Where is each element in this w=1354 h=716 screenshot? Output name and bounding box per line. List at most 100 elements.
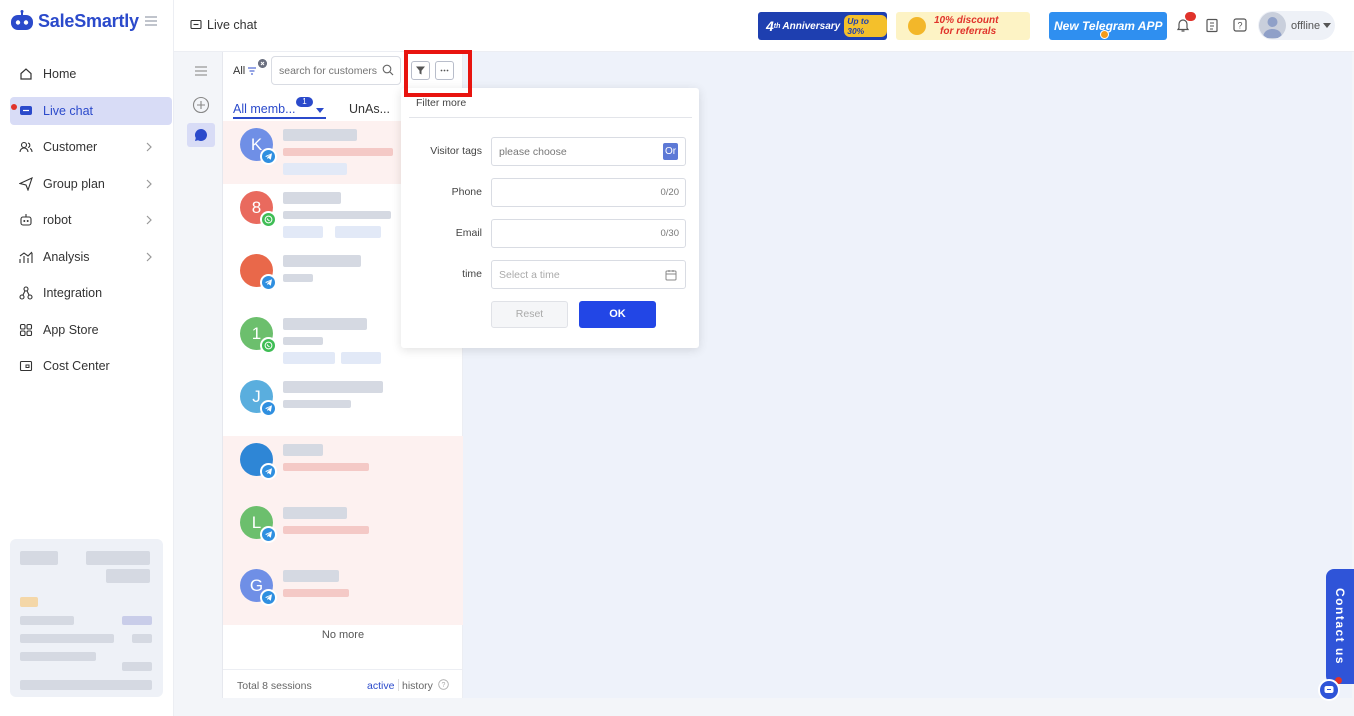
brand-name: SaleSmartly [38,10,139,31]
anniversary-sup: th [773,22,781,30]
help-circle-icon[interactable]: ? [438,679,449,690]
session-row[interactable]: G [223,562,463,625]
sidebar-item-app-store[interactable]: App Store [10,316,172,344]
tab-all-members[interactable]: All memb... [233,102,296,116]
caret-down-icon[interactable] [316,108,324,113]
sidebar-item-cost-center[interactable]: Cost Center [10,352,172,380]
redacted-text [283,129,357,141]
user-status-dropdown[interactable]: offline [1258,11,1335,40]
redacted-text [283,255,361,267]
svg-text:?: ? [442,682,446,689]
live-chat-icon [18,103,34,119]
chat-bubble-icon [1324,686,1334,693]
search-customers-input[interactable] [271,56,401,85]
visitor-tags-label: Visitor tags [430,145,482,157]
whatsapp-icon [264,341,273,350]
conversations-button[interactable] [187,123,215,147]
email-row: Email 0/30 [401,219,699,248]
analysis-icon [18,249,34,265]
total-sessions: Total 8 sessions [237,680,312,692]
search-input[interactable] [279,64,379,77]
ok-button[interactable]: OK [579,301,656,328]
redacted-text [283,352,335,364]
telegram-icon [265,594,272,601]
sidebar-item-group-plan[interactable]: Group plan [10,170,172,198]
clipboard-icon[interactable] [1204,17,1220,33]
anniversary-offer: Up to 30% [844,15,887,37]
telegram-channel-badge [260,148,277,165]
add-circle-icon[interactable] [192,96,210,114]
redacted-text [283,318,367,330]
home-icon [18,66,34,82]
phone-field[interactable]: 0/20 [491,178,686,207]
telegram-banner-text: New Telegram APP [1054,19,1163,33]
whatsapp-channel-badge [260,337,277,354]
sidebar-item-integration[interactable]: Integration [10,279,172,307]
filter-more-title: Filter more [416,97,467,109]
brand-logo[interactable]: SaleSmartly [10,10,139,32]
telegram-icon [265,153,272,160]
sidebar-nav: Home Live chat Customer Group plan robot… [10,60,172,389]
topbar: Live chat 4th Anniversary Up to 30% 10% … [174,0,1354,52]
referral-discount-banner[interactable]: 10% discount for referrals [896,12,1030,40]
filter-more-popup: Filter more Visitor tags please choose O… [401,88,699,348]
coin-icon [908,17,926,35]
send-icon [18,176,34,192]
anniversary-label: Anniversary [782,20,841,32]
user-status-text: offline [1291,19,1321,32]
clear-filter-icon[interactable] [258,59,267,68]
redacted-text [283,400,351,408]
whatsapp-channel-badge [260,211,277,228]
sidebar-item-home[interactable]: Home [10,60,172,88]
redacted-text [283,211,391,219]
help-icon[interactable]: ? [1232,17,1248,33]
page-title-text: Live chat [207,18,258,32]
active-sessions-link[interactable]: active [367,680,394,692]
history-sessions-link[interactable]: history [402,680,433,692]
phone-row: Phone 0/20 [401,178,699,207]
contact-us-tab[interactable]: Contact us [1326,569,1354,684]
session-row[interactable]: L [223,499,463,562]
sort-icon [248,67,257,75]
sidebar-item-label: Cost Center [43,359,110,373]
active-tab-underline [233,117,326,119]
divider [409,117,692,118]
live-chat-icon [190,19,202,30]
telegram-icon [265,405,272,412]
reset-button[interactable]: Reset [491,301,568,328]
sidebar: SaleSmartly Home Live chat Customer Grou… [0,0,174,716]
redacted-text [341,352,381,364]
calendar-icon [665,270,677,281]
list-menu-icon[interactable] [192,62,210,80]
tab-unassigned[interactable]: UnAs... [349,102,390,116]
telegram-channel-badge [260,526,277,543]
chat-widget-button[interactable] [1318,679,1340,701]
search-icon[interactable] [382,64,394,76]
chevron-right-icon [146,142,152,152]
redacted-text [283,526,369,534]
time-picker[interactable]: Select a time [491,260,686,289]
sidebar-item-analysis[interactable]: Analysis [10,243,172,271]
sidebar-item-customer[interactable]: Customer [10,133,172,161]
session-row[interactable] [223,436,463,499]
time-placeholder: Select a time [499,268,560,281]
sidebar-item-label: Customer [43,140,98,154]
email-char-count: 0/30 [660,228,680,239]
telegram-icon [265,468,272,475]
sidebar-item-robot[interactable]: robot [10,206,172,234]
session-row[interactable]: J [223,373,463,436]
redacted-text [283,274,313,282]
anniversary-num: 4 [766,18,774,34]
visitor-tags-select[interactable]: please choose Or [491,137,686,166]
wallet-icon [18,358,34,374]
email-field[interactable]: 0/30 [491,219,686,248]
time-label: time [462,268,482,280]
phone-label: Phone [451,186,482,198]
chevron-right-icon [146,179,152,188]
anniversary-banner[interactable]: 4th Anniversary Up to 30% [758,12,887,40]
or-toggle[interactable]: Or [663,143,678,160]
telegram-icon [265,531,272,538]
sidebar-item-live-chat[interactable]: Live chat [10,96,172,125]
filter-all-dropdown[interactable]: All [233,65,257,77]
menu-collapse-icon[interactable] [144,14,158,28]
